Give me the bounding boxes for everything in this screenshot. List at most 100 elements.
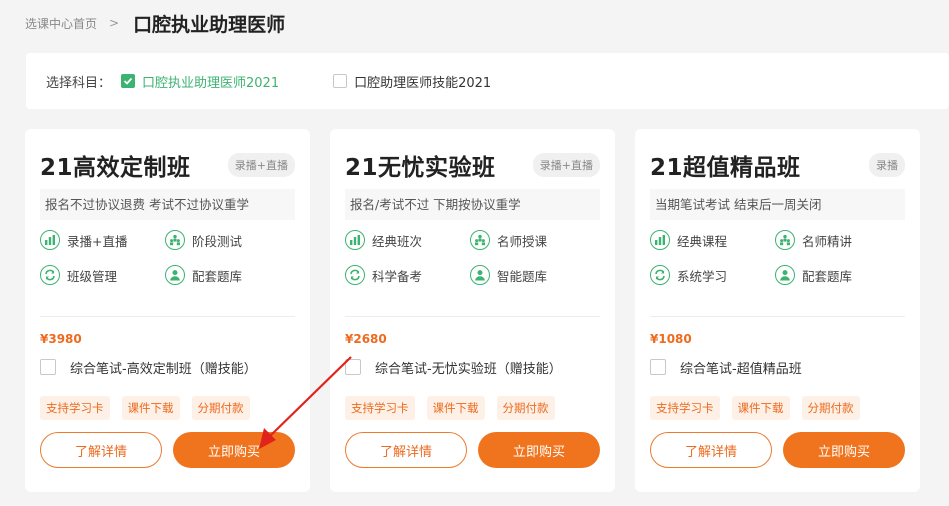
feature-item: 系统学习	[650, 265, 775, 285]
service-badge: 课件下载	[731, 396, 790, 420]
service-badges: 支持学习卡 课件下载 分期付款	[40, 396, 295, 420]
feature-icon	[650, 230, 670, 250]
group-icon	[475, 234, 485, 246]
card-actions: 了解详情 立即购买	[40, 432, 295, 468]
feature-label: 经典班次	[372, 233, 423, 249]
course-card: 21高效定制班 录播+直播 报名不过协议退费 考试不过协议重学 录播+直播 阶段测试 班级…	[25, 129, 310, 492]
subject-label: 选择科目：	[46, 75, 112, 91]
subject-option-label: 口腔助理医师技能2021	[354, 75, 492, 91]
view-details-button[interactable]: 了解详情	[40, 432, 162, 468]
addon-label: 综合笔试-无忧实验班（赠技能）	[375, 361, 562, 377]
addon-checkbox[interactable]	[40, 359, 56, 375]
feature-item: 名师授课	[470, 230, 595, 250]
subject-option-label: 口腔执业助理医师2021	[142, 75, 280, 91]
feature-item: 录播+直播	[40, 230, 165, 250]
breadcrumb: 选课中心首页 > 口腔执业助理医师	[25, 8, 285, 38]
view-details-button[interactable]: 了解详情	[345, 432, 467, 468]
feature-icon	[40, 265, 60, 285]
chart-icon	[655, 235, 665, 245]
page-title: 口腔执业助理医师	[133, 13, 286, 36]
feature-item: 配套题库	[165, 265, 290, 285]
breadcrumb-home-link[interactable]: 选课中心首页	[25, 15, 97, 32]
feature-item: 智能题库	[470, 265, 595, 285]
delivery-tag: 录播+直播	[532, 153, 600, 177]
course-description: 报名不过协议退费 考试不过协议重学	[40, 189, 295, 220]
group-icon	[780, 234, 790, 246]
addon-label: 综合笔试-高效定制班（赠技能）	[70, 361, 257, 377]
card-header: 21无忧实验班 录播+直播	[345, 150, 600, 181]
buy-now-button[interactable]: 立即购买	[478, 432, 600, 468]
addon-checkbox[interactable]	[650, 359, 666, 375]
chart-icon	[45, 235, 55, 245]
subject-checkbox[interactable]	[333, 74, 348, 88]
card-actions: 了解详情 立即购买	[650, 432, 905, 468]
feature-icon	[165, 265, 185, 285]
feature-icon	[345, 230, 365, 250]
subject-option-written[interactable]: 口腔执业助理医师2021	[121, 72, 279, 91]
breadcrumb-separator: >	[109, 16, 120, 30]
feature-item: 经典班次	[345, 230, 470, 250]
feature-label: 科学备考	[372, 268, 423, 284]
addon-option[interactable]: 综合笔试-无忧实验班（赠技能）	[345, 358, 600, 377]
person-icon	[170, 270, 180, 281]
feature-label: 系统学习	[677, 268, 728, 284]
service-badge: 课件下载	[121, 396, 180, 420]
check-icon	[123, 77, 133, 85]
feature-item: 经典课程	[650, 230, 775, 250]
service-badge: 课件下载	[426, 396, 485, 420]
service-badge: 分期付款	[496, 396, 555, 420]
feature-label: 经典课程	[677, 233, 728, 249]
course-title: 21高效定制班	[40, 155, 191, 181]
chart-icon	[350, 235, 360, 245]
service-badges: 支持学习卡 课件下载 分期付款	[345, 396, 600, 420]
course-card: 21超值精品班 录播 当期笔试考试 结束后一周关闭 经典课程 名师精讲 系统学习 配套题库 ¥…	[635, 129, 920, 492]
delivery-tag: 录播+直播	[227, 153, 295, 177]
feature-icon	[650, 265, 670, 285]
feature-icon	[775, 230, 795, 250]
feature-icon	[345, 265, 365, 285]
feature-icon	[165, 230, 185, 250]
feature-grid: 录播+直播 阶段测试 班级管理 配套题库	[40, 230, 295, 285]
course-title: 21超值精品班	[650, 155, 801, 181]
group-icon	[170, 234, 180, 246]
subject-selector: 选择科目： 口腔执业助理医师2021 口腔助理医师技能2021	[26, 53, 949, 109]
service-badge: 支持学习卡	[40, 396, 110, 420]
course-description: 报名/考试不过 下期按协议重学	[345, 189, 600, 220]
addon-option[interactable]: 综合笔试-超值精品班	[650, 358, 905, 377]
person-icon	[780, 270, 790, 281]
service-badge: 分期付款	[801, 396, 860, 420]
feature-item: 班级管理	[40, 265, 165, 285]
feature-icon	[40, 230, 60, 250]
addon-label: 综合笔试-超值精品班	[680, 361, 802, 377]
view-details-button[interactable]: 了解详情	[650, 432, 772, 468]
buy-now-button[interactable]: 立即购买	[783, 432, 905, 468]
feature-icon	[470, 230, 490, 250]
subject-option-skill[interactable]: 口腔助理医师技能2021	[333, 72, 491, 91]
course-card: 21无忧实验班 录播+直播 报名/考试不过 下期按协议重学经典班次 名师授课科学备考 智…	[330, 129, 615, 492]
service-badge: 分期付款	[191, 396, 250, 420]
feature-item: 阶段测试	[165, 230, 290, 250]
person-icon	[475, 270, 485, 281]
buy-now-button[interactable]: 立即购买	[173, 432, 295, 468]
divider	[650, 316, 905, 317]
addon-checkbox[interactable]	[345, 359, 361, 375]
feature-label: 录播+直播	[67, 233, 128, 249]
refresh-icon	[655, 269, 665, 281]
subject-checkbox-checked[interactable]	[121, 74, 136, 88]
feature-label: 配套题库	[192, 268, 243, 284]
feature-label: 名师授课	[497, 233, 548, 249]
divider	[345, 316, 600, 317]
card-header: 21超值精品班 录播	[650, 150, 905, 181]
feature-label: 名师精讲	[802, 233, 853, 249]
feature-item: 科学备考	[345, 265, 470, 285]
feature-icon	[775, 265, 795, 285]
service-badges: 支持学习卡 课件下载 分期付款	[650, 396, 905, 420]
service-badge: 支持学习卡	[345, 396, 415, 420]
feature-icon	[470, 265, 490, 285]
refresh-icon	[350, 269, 360, 281]
feature-label: 智能题库	[497, 268, 548, 284]
delivery-tag: 录播	[869, 153, 905, 177]
feature-label: 配套题库	[802, 268, 853, 284]
addon-option[interactable]: 综合笔试-高效定制班（赠技能）	[40, 358, 295, 377]
course-price: ¥2680	[345, 332, 387, 346]
